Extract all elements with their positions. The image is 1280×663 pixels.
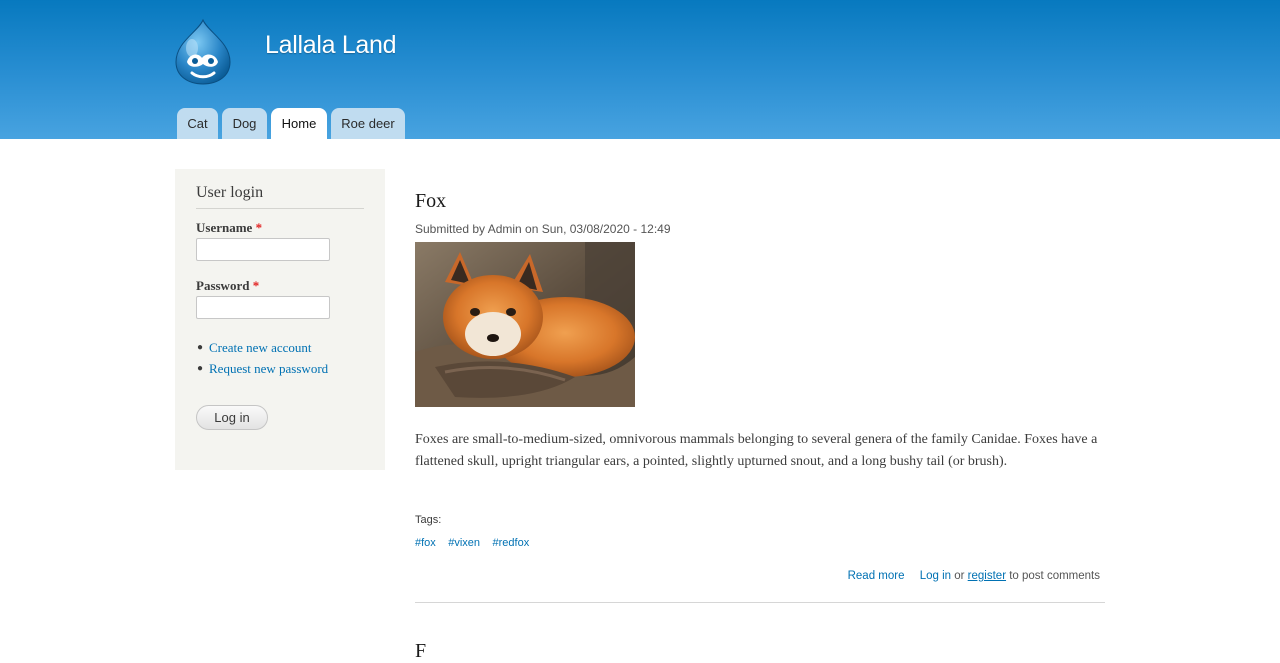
tag-fox[interactable]: #fox xyxy=(415,537,436,549)
or-text: or xyxy=(954,570,965,582)
submitted-info: Submitted by Admin on Sun, 03/08/2020 - … xyxy=(415,222,671,236)
tag-redfox[interactable]: #redfox xyxy=(493,537,530,549)
tag-vixen[interactable]: #vixen xyxy=(448,537,480,549)
password-label: Password * xyxy=(196,278,259,294)
register-link[interactable]: register xyxy=(968,570,1006,582)
article-divider xyxy=(415,602,1105,603)
site-header: Lallala Land Cat Dog Home Roe deer xyxy=(0,0,1280,139)
login-button[interactable]: Log in xyxy=(196,405,268,430)
required-marker: * xyxy=(252,278,260,293)
node-links: Read more Log in or register to post com… xyxy=(848,570,1100,582)
log-in-link[interactable]: Log in xyxy=(920,570,951,582)
drupal-drop-icon[interactable] xyxy=(172,18,234,86)
username-input[interactable] xyxy=(196,238,330,261)
article-body: Foxes are small-to-medium-sized, omnivor… xyxy=(415,432,1098,469)
block-title: User login xyxy=(196,184,364,209)
user-login-block: User login Username * Password * ● Creat… xyxy=(175,169,385,470)
required-marker: * xyxy=(255,220,263,235)
comment-suffix: to post comments xyxy=(1009,570,1100,582)
login-links: ● Create new account ● Request new passw… xyxy=(196,339,328,381)
create-account-link[interactable]: Create new account xyxy=(209,340,312,355)
next-article-title[interactable]: F xyxy=(415,640,426,663)
request-password-link[interactable]: Request new password xyxy=(209,361,328,376)
fox-image xyxy=(415,242,635,407)
tags-label: Tags: xyxy=(415,514,442,526)
password-input[interactable] xyxy=(196,296,330,319)
list-item: ● Request new password xyxy=(196,360,328,381)
tab-home[interactable]: Home xyxy=(271,108,327,139)
article-title[interactable]: Fox xyxy=(415,190,446,213)
read-more-link[interactable]: Read more xyxy=(848,570,905,582)
tags-list: #fox #vixen #redfox xyxy=(415,533,537,551)
tab-dog[interactable]: Dog xyxy=(222,108,267,139)
list-item: ● Create new account xyxy=(196,339,328,360)
bullet-icon: ● xyxy=(197,342,204,353)
username-label-text: Username xyxy=(196,220,253,235)
site-name[interactable]: Lallala Land xyxy=(265,31,397,60)
username-label: Username * xyxy=(196,220,262,236)
tab-cat[interactable]: Cat xyxy=(177,108,218,139)
tab-roe-deer[interactable]: Roe deer xyxy=(331,108,405,139)
password-label-text: Password xyxy=(196,278,250,293)
bullet-icon: ● xyxy=(197,363,204,374)
